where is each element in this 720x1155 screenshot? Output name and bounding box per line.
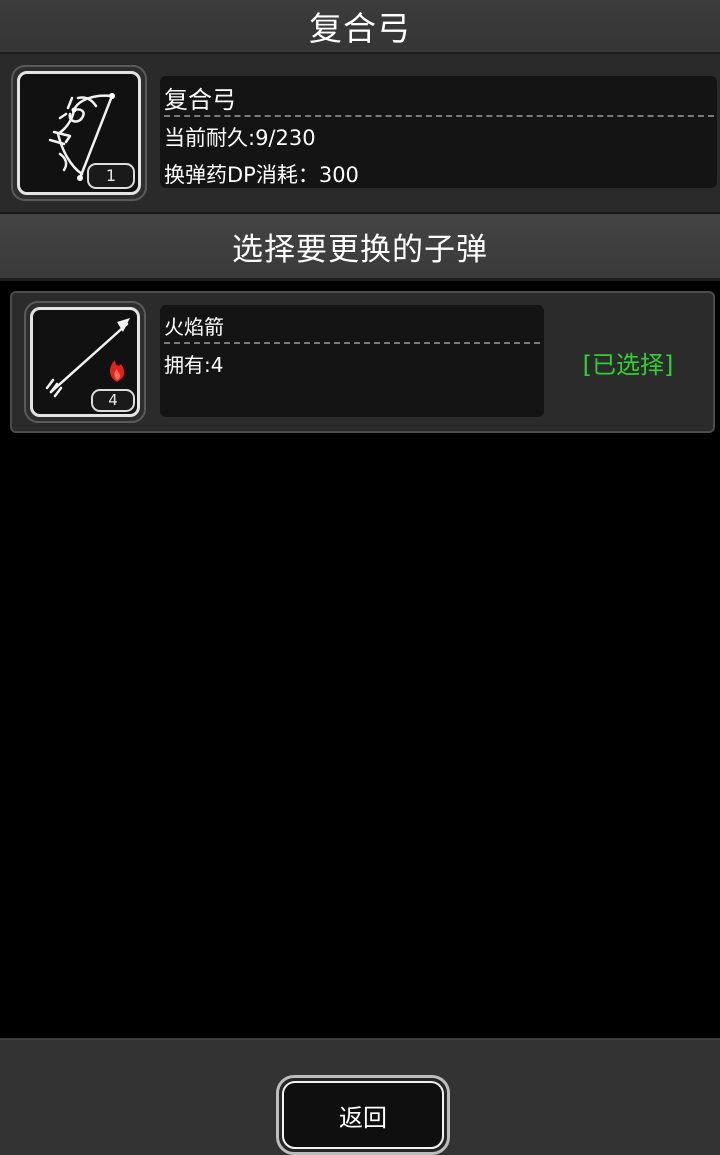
ammo-name: 火焰箭 xyxy=(164,315,224,339)
weapon-panel: 1 复合弓 当前耐久:9/230 换弹药DP消耗：300 xyxy=(0,54,720,214)
weapon-count-badge: 1 xyxy=(87,163,135,189)
weapon-slot-frame: 1 xyxy=(17,71,141,195)
weapon-reload-cost: 换弹药DP消耗：300 xyxy=(164,163,359,187)
divider xyxy=(164,115,714,117)
back-button[interactable]: 返回 xyxy=(276,1075,450,1155)
ammo-list-item[interactable]: 4 火焰箭 拥有:4 [已选择] xyxy=(10,291,715,433)
section-title: 选择要更换的子弹 xyxy=(232,231,488,268)
ammo-count-badge: 4 xyxy=(91,389,135,412)
ammo-selected-status: [已选择] xyxy=(582,351,674,379)
back-button-label: 返回 xyxy=(282,1081,444,1149)
ammo-info-box: 火焰箭 拥有:4 xyxy=(160,305,544,417)
divider xyxy=(164,342,540,344)
ammo-slot-frame: 4 xyxy=(30,307,140,417)
weapon-durability: 当前耐久:9/230 xyxy=(164,126,316,150)
bottom-bar: 返回 xyxy=(0,1038,720,1155)
page-title: 复合弓 xyxy=(309,9,411,48)
weapon-info-box: 复合弓 当前耐久:9/230 换弹药DP消耗：300 xyxy=(160,76,717,188)
ammo-list: 4 火焰箭 拥有:4 [已选择] xyxy=(0,281,720,1038)
ammo-owned: 拥有:4 xyxy=(164,353,224,377)
weapon-slot[interactable]: 1 xyxy=(11,65,147,201)
section-header: 选择要更换的子弹 xyxy=(0,214,720,281)
weapon-name: 复合弓 xyxy=(164,86,236,114)
title-bar: 复合弓 xyxy=(0,0,720,54)
ammo-slot: 4 xyxy=(24,301,146,423)
